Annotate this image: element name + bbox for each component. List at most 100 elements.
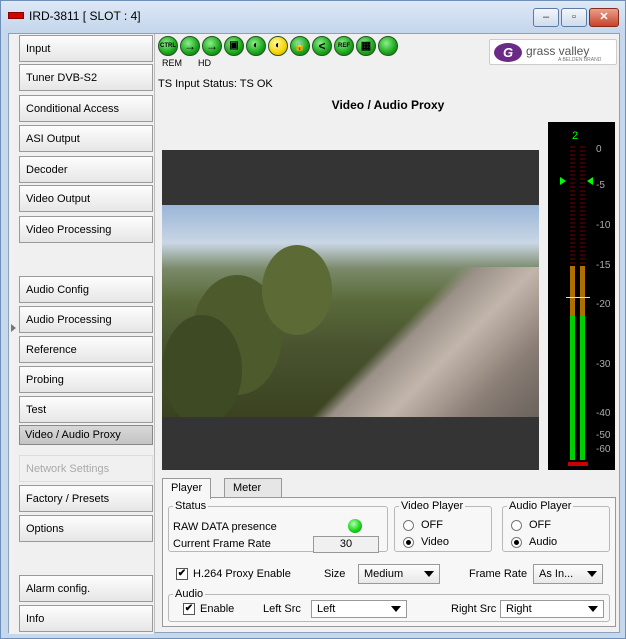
sidebar-item-network-settings: Network Settings [19, 455, 153, 482]
ref-icon[interactable]: REF [334, 36, 354, 56]
right-src-label: Right Src [451, 603, 497, 615]
sidebar-item-video-output[interactable]: Video Output [19, 185, 153, 212]
sidebar-item-decoder[interactable]: Decoder [19, 156, 153, 183]
left-src-select[interactable]: Left [311, 600, 407, 618]
sidebar-item-asi-output[interactable]: ASI Output [19, 125, 153, 152]
meter-bar-right-dim [580, 146, 585, 266]
less-than-icon[interactable]: < [312, 36, 332, 56]
meter-clip-indicator [568, 462, 588, 466]
audio-legend: Audio [175, 588, 204, 600]
sidebar-item-info[interactable]: Info [19, 605, 153, 632]
monitor-icon[interactable]: ▦ [356, 36, 376, 56]
sidebar-item-video-audio-proxy[interactable]: Video / Audio Proxy [19, 425, 153, 445]
audio-warning-icon[interactable]: ◐ [268, 36, 288, 56]
status-legend: Status [175, 500, 207, 512]
meter-tick: -5 [596, 180, 605, 191]
chevron-down-icon [588, 606, 598, 612]
page-title: Video / Audio Proxy [331, 98, 445, 112]
chevron-down-icon [587, 571, 597, 577]
video-off-label: OFF [421, 519, 443, 531]
sidebar-item-factory-presets[interactable]: Factory / Presets [19, 485, 153, 512]
size-select[interactable]: Medium [358, 564, 440, 584]
sidebar: Input Tuner DVB-S2 Conditional Access AS… [9, 34, 155, 634]
ctrl-icon[interactable]: CTRL [158, 36, 178, 56]
meter-tick: -40 [596, 408, 611, 419]
audio-on-radio[interactable] [511, 537, 522, 548]
ts-input-status: TS Input Status: TS OK [158, 78, 273, 90]
meter-tick: -50 [596, 430, 611, 441]
video-on-label: Video [421, 536, 449, 548]
frame-rate-select-label: Frame Rate [469, 568, 528, 580]
arrow-icon[interactable]: → [202, 36, 222, 56]
app-icon [8, 12, 24, 19]
frame-rate-select[interactable]: As In... [533, 564, 603, 584]
meter-bar-left-level [570, 316, 575, 460]
logo-text: grass valley [526, 44, 590, 58]
meter-marker-right-icon [587, 177, 593, 185]
meter-bar-right-mid [580, 266, 585, 316]
right-src-value: Right [506, 603, 532, 615]
sidebar-item-video-processing[interactable]: Video Processing [19, 216, 153, 243]
maximize-button[interactable]: ▫ [561, 8, 587, 27]
meter-bar-left-mid [570, 266, 575, 316]
frame-rate-label: Current Frame Rate [173, 538, 271, 550]
lock-icon[interactable]: 🔒 [290, 36, 310, 56]
video-player-legend: Video Player [401, 500, 464, 512]
audio-off-label: OFF [529, 519, 551, 531]
sidebar-item-alarm-config[interactable]: Alarm config. [19, 575, 153, 602]
main-panel: CTRL → → ▣ ◐ ◐ 🔒 < REF ▦ REM HD TS Input… [156, 34, 620, 634]
meter-tick: -20 [596, 299, 611, 310]
h264-proxy-label: H.264 Proxy Enable [193, 568, 291, 580]
expand-arrow-icon[interactable] [11, 324, 16, 332]
meter-peak-line [566, 297, 590, 298]
tab-player[interactable]: Player [162, 478, 212, 499]
video-proxy-display [162, 150, 539, 470]
video-on-radio[interactable] [403, 537, 414, 548]
sidebar-item-audio-processing[interactable]: Audio Processing [19, 306, 153, 333]
tv-icon[interactable]: ▣ [224, 36, 244, 56]
status-led-icon[interactable] [378, 36, 398, 56]
meter-bar-left-dim [570, 146, 575, 266]
player-panel: Status RAW DATA presence Current Frame R… [162, 497, 616, 627]
logo-mark-icon: G [494, 43, 522, 62]
meter-tick: -60 [596, 444, 611, 455]
sidebar-item-options[interactable]: Options [19, 515, 153, 542]
scene-rock [309, 267, 539, 417]
chevron-down-icon [391, 606, 401, 612]
rem-label: REM [162, 58, 182, 68]
close-button[interactable]: ✕ [589, 8, 619, 27]
title-bar[interactable]: IRD-3811 [ SLOT : 4] ‒ ▫ ✕ [1, 1, 625, 33]
sidebar-item-audio-config[interactable]: Audio Config [19, 276, 153, 303]
meter-tick: -15 [596, 260, 611, 271]
meter-bar-right-level [580, 316, 585, 460]
sidebar-item-tuner[interactable]: Tuner DVB-S2 [19, 64, 153, 91]
right-src-select[interactable]: Right [500, 600, 604, 618]
meter-tick: 0 [596, 144, 602, 155]
audio-icon[interactable]: ◐ [246, 36, 266, 56]
hd-label: HD [198, 58, 211, 68]
sidebar-item-reference[interactable]: Reference [19, 336, 153, 363]
app-window: IRD-3811 [ SLOT : 4] ‒ ▫ ✕ Input Tuner D… [0, 0, 626, 639]
audio-off-radio[interactable] [511, 520, 522, 531]
sidebar-item-input[interactable]: Input [19, 35, 153, 62]
meter-tick: -30 [596, 359, 611, 370]
sidebar-item-test[interactable]: Test [19, 396, 153, 423]
audio-enable-label: Enable [200, 603, 235, 615]
size-label: Size [324, 568, 346, 580]
h264-proxy-checkbox[interactable]: ✔ [176, 568, 188, 580]
chevron-down-icon [424, 571, 434, 577]
frame-rate-select-value: As In... [539, 568, 574, 580]
video-frame [162, 205, 539, 417]
logo-subtext: A BELDEN BRAND [558, 57, 602, 63]
audio-on-label: Audio [529, 536, 558, 548]
window-title: IRD-3811 [ SLOT : 4] [29, 9, 141, 23]
tab-meter-balistics[interactable]: Meter Balistics Config [224, 478, 283, 532]
arrow-icon[interactable]: → [180, 36, 200, 56]
video-off-radio[interactable] [403, 520, 414, 531]
sidebar-item-conditional-access[interactable]: Conditional Access [19, 95, 153, 122]
sidebar-item-probing[interactable]: Probing [19, 366, 153, 393]
audio-meter: 2 0 -5 -10 -15 -20 -30 -40 -50 -60 [548, 122, 615, 470]
audio-enable-checkbox[interactable]: ✔ [183, 603, 195, 615]
size-select-value: Medium [364, 568, 404, 580]
minimize-button[interactable]: ‒ [533, 8, 559, 27]
